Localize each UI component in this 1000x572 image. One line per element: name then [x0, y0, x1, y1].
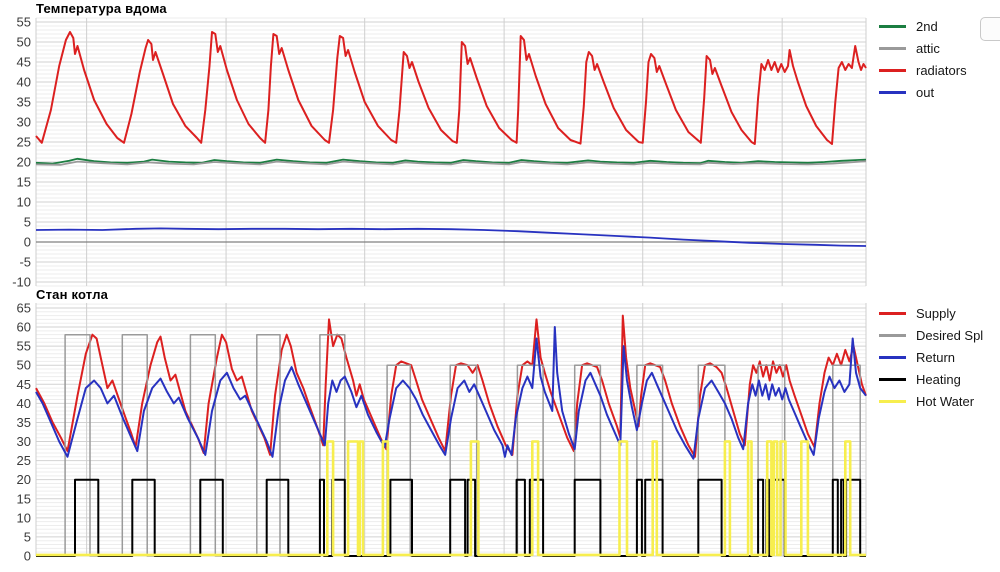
y-tick-label: 50 [17, 358, 31, 373]
series-out [35, 227, 867, 247]
y-tick-label: -5 [19, 255, 31, 270]
y-tick-label: 40 [17, 75, 31, 90]
legend-label: Desired Spl [916, 327, 984, 343]
y-tick-label: 25 [17, 453, 31, 468]
y-tick-label: 0 [24, 235, 31, 250]
legend-label: attic [916, 40, 940, 56]
y-tick-label: 25 [17, 135, 31, 150]
legend-item-out: out [879, 81, 967, 103]
y-tick-label: 20 [17, 155, 31, 170]
y-tick-label: 55 [17, 15, 31, 30]
y-tick-label: 30 [17, 434, 31, 449]
legend-label: Heating [916, 371, 961, 387]
boiler-chart-title: Стан котла [36, 287, 109, 302]
legend-label: Supply [916, 305, 956, 321]
charts-dashboard: 55 50 45 40 35 30 25 20 15 10 5 0 -5 -10 65 60 55 50 45 40 3… [0, 0, 1000, 572]
legend-line-swatch [879, 355, 906, 359]
legend-item-return: Return [879, 346, 983, 368]
legend-label: 2nd [916, 18, 938, 34]
legend-line-swatch [879, 68, 906, 72]
temperature-legend: 2nd attic radiators out [879, 15, 967, 103]
legend-line-swatch [879, 377, 906, 381]
y-tick-label: 0 [24, 549, 31, 564]
y-tick-label: 5 [24, 529, 31, 544]
legend-line-swatch [879, 24, 906, 28]
legend-label: Return [916, 349, 956, 365]
legend-line-swatch [879, 46, 906, 50]
temperature-chart-title: Температура вдома [36, 1, 167, 16]
legend-label: Hot Water [916, 393, 975, 409]
legend-item-supply: Supply [879, 302, 983, 324]
series-radiators [35, 31, 867, 145]
y-tick-label: -10 [12, 275, 31, 290]
y-tick-label: 60 [17, 320, 31, 335]
legend-item-heating: Heating [879, 368, 983, 390]
legend-item-radiators: radiators [879, 59, 967, 81]
y-tick-label: 35 [17, 415, 31, 430]
legend-line-swatch [879, 333, 906, 337]
corner-button[interactable] [980, 17, 1000, 41]
y-tick-label: 30 [17, 115, 31, 130]
legend-item-hot-water: Hot Water [879, 390, 983, 412]
legend-line-swatch [879, 90, 906, 94]
y-tick-label: 20 [17, 472, 31, 487]
y-tick-label: 5 [24, 215, 31, 230]
y-tick-label: 50 [17, 35, 31, 50]
y-tick-label: 10 [17, 510, 31, 525]
legend-item-2nd: 2nd [879, 15, 967, 37]
y-tick-label: 15 [17, 175, 31, 190]
series-supply [35, 314, 867, 458]
legend-label: out [916, 84, 935, 100]
legend-line-swatch [879, 399, 906, 403]
legend-item-attic: attic [879, 37, 967, 59]
y-tick-label: 35 [17, 95, 31, 110]
charts-canvas[interactable]: 5550454035302520151050-5-106560555045403… [0, 0, 1000, 572]
y-tick-label: 15 [17, 491, 31, 506]
legend-line-swatch [879, 311, 906, 315]
legend-item-desired-spl: Desired Spl [879, 324, 983, 346]
y-tick-label: 65 [17, 300, 31, 315]
y-tick-label: 40 [17, 396, 31, 411]
legend-label: radiators [916, 62, 967, 78]
y-tick-label: 55 [17, 339, 31, 354]
y-tick-label: 45 [17, 55, 31, 70]
y-tick-label: 45 [17, 377, 31, 392]
boiler-legend: Supply Desired Spl Return Heating Hot Water [879, 302, 983, 412]
y-tick-label: 10 [17, 195, 31, 210]
